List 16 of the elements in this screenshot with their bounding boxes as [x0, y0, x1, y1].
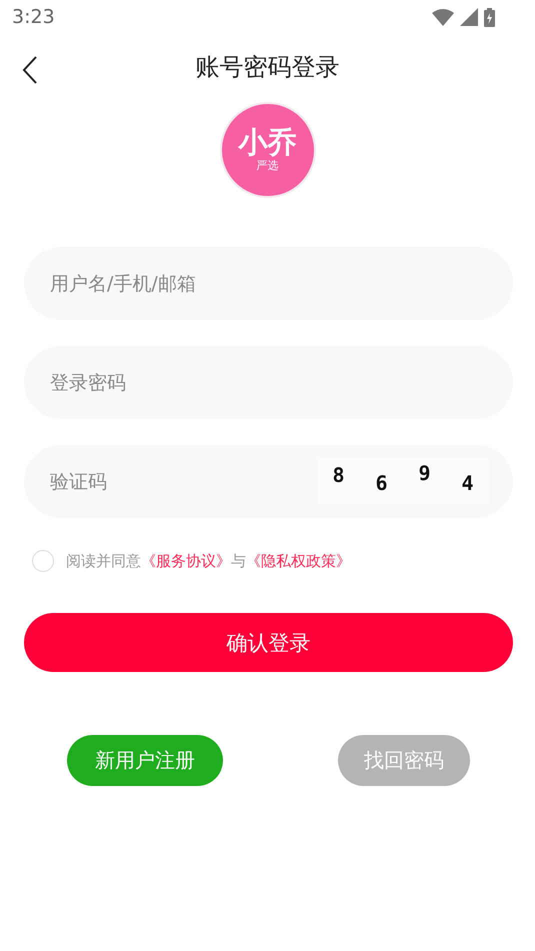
- password-field[interactable]: 登录密码: [24, 346, 513, 419]
- battery-icon: [484, 8, 495, 26]
- agreement-text: 阅读并同意: [66, 552, 141, 570]
- agreement-joiner: 与: [231, 552, 246, 570]
- login-button[interactable]: 确认登录: [24, 613, 513, 672]
- username-field[interactable]: 用户名/手机/邮箱: [24, 247, 513, 320]
- wifi-icon: [432, 8, 454, 26]
- status-time: 3:23: [12, 6, 55, 28]
- page-title: 账号密码登录: [196, 52, 340, 83]
- brand-logo: 小乔 严选: [220, 102, 316, 198]
- back-icon[interactable]: [22, 56, 38, 84]
- register-button[interactable]: 新用户注册: [67, 735, 223, 786]
- signal-icon: [460, 8, 478, 26]
- agree-checkbox[interactable]: [32, 550, 54, 572]
- privacy-policy-link[interactable]: 《隐私权政策》: [246, 552, 351, 570]
- service-agreement-link[interactable]: 《服务协议》: [141, 552, 231, 570]
